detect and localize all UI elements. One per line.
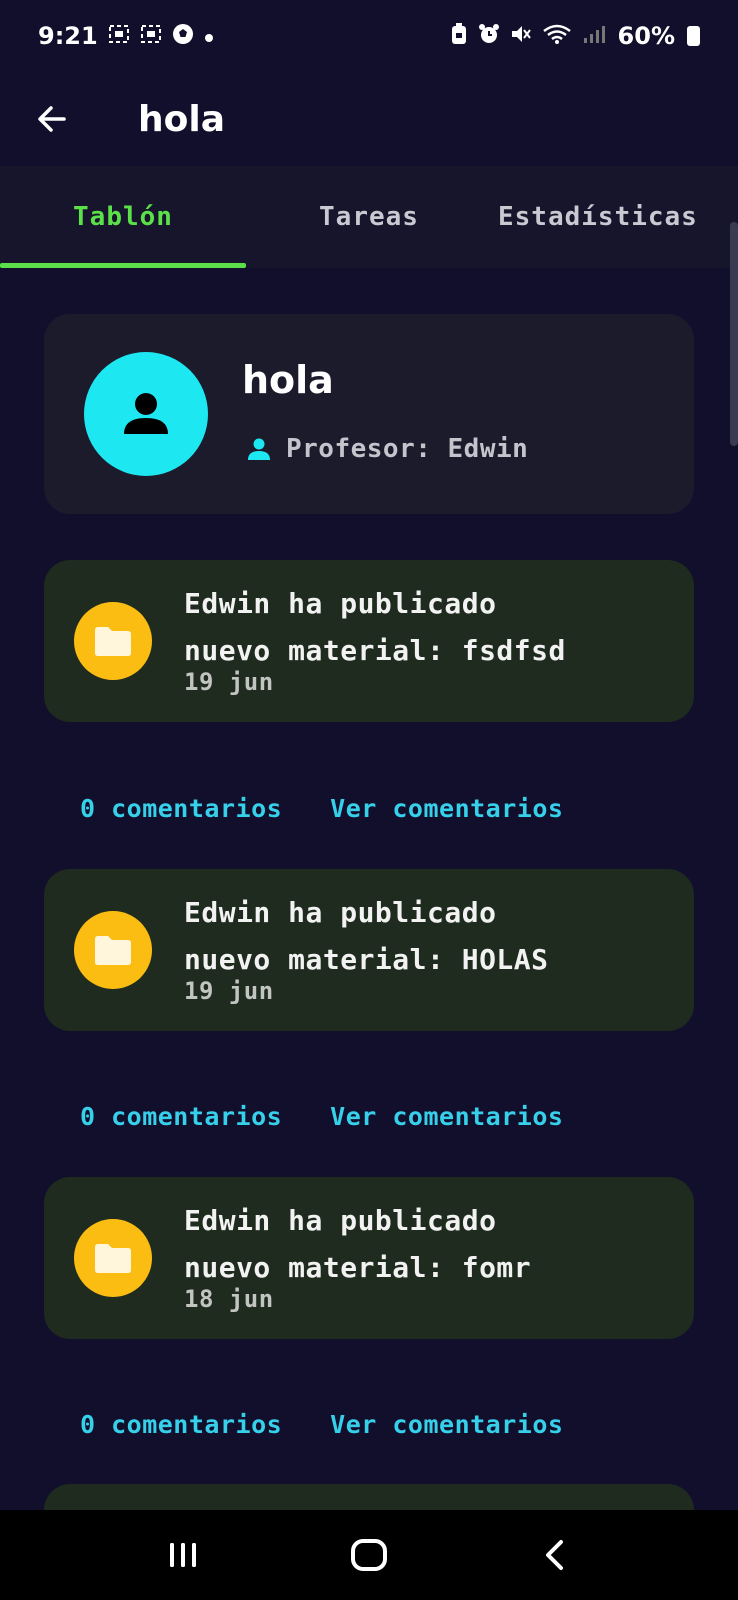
teacher-row: Profesor: Edwin (246, 434, 528, 464)
tab-tablon[interactable]: Tablón (0, 166, 246, 268)
view-comments-link[interactable]: Ver comentarios (330, 1102, 563, 1131)
mute-icon (510, 23, 532, 50)
home-icon (351, 1539, 387, 1571)
alarm-icon (478, 23, 500, 50)
status-time: 9:21 (38, 22, 98, 50)
status-bar-left: 9:21 (38, 22, 214, 50)
status-bar: 9:21 60% (0, 0, 738, 72)
system-back-button[interactable] (515, 1525, 595, 1585)
comments-count: 0 comentarios (80, 1101, 283, 1131)
page-title: hola (138, 98, 225, 140)
post-text: Edwin ha publicado nuevo material: HOLAS (184, 889, 549, 983)
system-nav-bar (0, 1510, 738, 1600)
battery-icon (687, 26, 700, 46)
post-line-1: Edwin ha publicado (184, 896, 497, 929)
class-header-card: hola Profesor: Edwin (44, 314, 694, 514)
status-bar-right: 60% (450, 22, 700, 50)
post-card-partial[interactable] (44, 1484, 694, 1510)
comments-count: 0 comentarios (80, 1409, 283, 1439)
comments-count: 0 comentarios (80, 793, 283, 823)
folder-icon (95, 936, 131, 965)
post-text: Edwin ha publicado nuevo material: fsdfs… (184, 580, 566, 674)
recent-apps-icon (170, 1543, 196, 1567)
tab-tareas[interactable]: Tareas (246, 166, 492, 268)
post-date: 19 jun (184, 668, 274, 696)
back-button[interactable] (24, 91, 80, 147)
post-line-1: Edwin ha publicado (184, 587, 497, 620)
battery-percent: 60% (617, 22, 675, 50)
post-line-2: nuevo material: fsdfsd (184, 634, 566, 667)
view-comments-link[interactable]: Ver comentarios (330, 794, 563, 823)
soccer-ball-icon (172, 23, 194, 50)
folder-icon (95, 1244, 131, 1273)
scrollbar[interactable] (730, 222, 738, 446)
comments-row: 0 comentarios Ver comentarios (80, 1096, 700, 1136)
post-card[interactable]: Edwin ha publicado nuevo material: fsdfs… (44, 560, 694, 722)
tab-label: Tareas (319, 202, 419, 232)
person-icon (124, 393, 168, 434)
home-button[interactable] (329, 1525, 409, 1585)
tab-estadisticas[interactable]: Estadísticas (498, 166, 738, 268)
recent-apps-button[interactable] (143, 1525, 223, 1585)
teacher-label: Profesor: Edwin (286, 434, 529, 464)
post-card[interactable]: Edwin ha publicado nuevo material: fomr … (44, 1177, 694, 1339)
class-title: hola (242, 358, 334, 402)
post-card[interactable]: Edwin ha publicado nuevo material: HOLAS… (44, 869, 694, 1031)
folder-icon (95, 627, 131, 656)
post-date: 18 jun (184, 1285, 274, 1313)
post-line-2: nuevo material: HOLAS (184, 943, 549, 976)
post-date: 19 jun (184, 977, 274, 1005)
post-line-2: nuevo material: fomr (184, 1251, 532, 1284)
folder-badge (74, 911, 152, 989)
battery-saver-icon (450, 22, 468, 50)
post-text: Edwin ha publicado nuevo material: fomr (184, 1197, 531, 1291)
post-line-1: Edwin ha publicado (184, 1204, 497, 1237)
app-bar: hola (0, 72, 738, 166)
dot-icon (204, 24, 214, 48)
comments-row: 0 comentarios Ver comentarios (80, 788, 700, 828)
back-icon (546, 1540, 563, 1570)
view-comments-link[interactable]: Ver comentarios (330, 1410, 563, 1439)
screenshot-icon (140, 24, 162, 49)
arrow-left-icon (38, 106, 66, 132)
class-avatar (84, 352, 208, 476)
tab-bar: Tablón Tareas Estadísticas (0, 166, 738, 268)
active-tab-indicator (0, 263, 246, 268)
signal-icon (582, 23, 608, 50)
tab-label: Estadísticas (498, 202, 698, 232)
folder-badge (74, 1219, 152, 1297)
wifi-icon (542, 23, 572, 50)
person-icon (248, 438, 270, 460)
tab-label: Tablón (73, 202, 173, 232)
folder-badge (74, 602, 152, 680)
screenshot-icon (108, 24, 130, 49)
comments-row: 0 comentarios Ver comentarios (80, 1404, 700, 1444)
